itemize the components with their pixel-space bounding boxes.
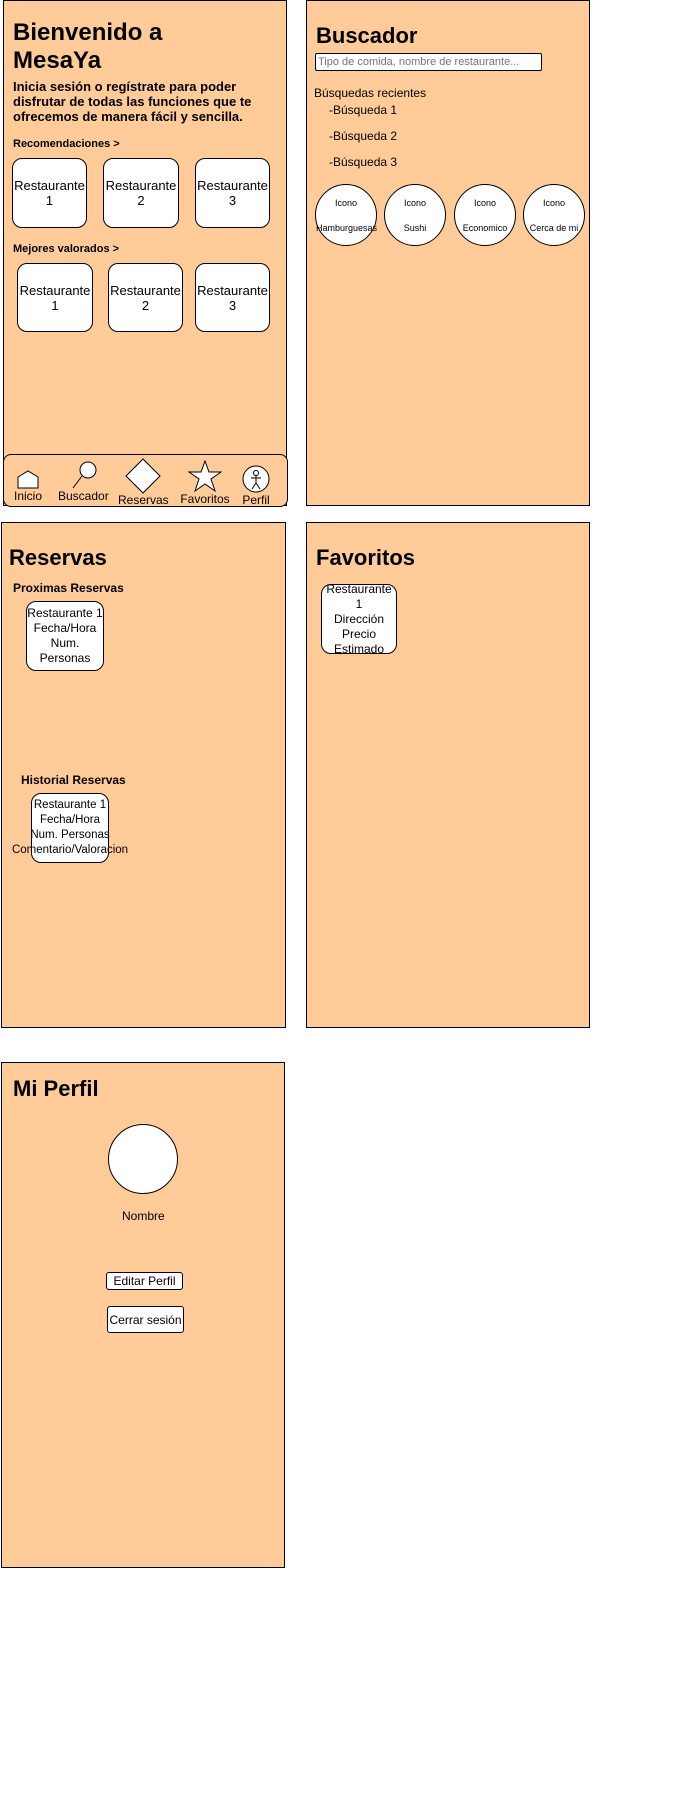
profile-screen: Mi Perfil Nombre Editar Perfil Cerrar se…	[1, 1062, 285, 1568]
upcoming-booking-card[interactable]: Restaurante 1 Fecha/Hora Num. Personas	[26, 601, 104, 671]
star-icon	[188, 460, 222, 492]
nav-favorites-label: Favoritos	[180, 492, 230, 506]
home-screen: Bienvenido a MesaYa Inicia sesión o regí…	[3, 0, 288, 507]
recommendation-card[interactable]: Restaurante 2	[103, 158, 179, 228]
profile-title: Mi Perfil	[13, 1076, 99, 1101]
recommendation-card[interactable]: Restaurante 1	[12, 158, 87, 228]
category-hamburgers[interactable]: Icono Hamburguesas	[315, 184, 377, 246]
category-budget[interactable]: Icono Economico	[454, 184, 516, 246]
category-label: Sushi	[403, 223, 427, 233]
home-title: Bienvenido a MesaYa	[13, 19, 163, 74]
upcoming-bookings-label: Proximas Reservas	[13, 581, 124, 595]
recent-searches-label: Búsquedas recientes	[314, 86, 427, 100]
recommendation-card[interactable]: Restaurante 3	[195, 158, 270, 228]
top-rated-link[interactable]: Mejores valorados >	[13, 243, 119, 255]
recent-search-item[interactable]: -Búsqueda 1	[329, 103, 397, 117]
recent-search-item[interactable]: -Búsqueda 2	[329, 129, 397, 143]
search-screen: Buscador Búsquedas recientes -Búsqueda 1…	[306, 0, 590, 506]
home-icon	[17, 470, 39, 489]
favorites-title: Favoritos	[316, 545, 416, 570]
category-label: Cerca de mi	[529, 223, 579, 233]
search-title: Buscador	[316, 23, 418, 48]
category-label: Hamburguesas	[316, 223, 378, 233]
nav-bookings-label: Reservas	[118, 493, 169, 507]
top-rated-card[interactable]: Restaurante 3	[195, 263, 270, 332]
recent-search-item[interactable]: -Búsqueda 3	[329, 155, 397, 169]
bookings-screen: Reservas Proximas Reservas Restaurante 1…	[1, 522, 286, 1028]
favorites-screen: Favoritos Restaurante 1 Dirección Precio…	[306, 522, 590, 1028]
category-icon: Icono	[334, 198, 358, 208]
favorite-card[interactable]: Restaurante 1 Dirección Precio Estimado	[321, 582, 397, 656]
category-icon: Icono	[473, 198, 497, 208]
bottom-nav: Inicio Buscador Reservas Favoritos Perfi…	[3, 454, 288, 507]
top-rated-card[interactable]: Restaurante 2	[108, 263, 183, 332]
bookings-title: Reservas	[9, 545, 107, 570]
nav-search-label: Buscador	[58, 489, 109, 503]
category-icon: Icono	[403, 198, 427, 208]
search-icon	[72, 461, 97, 489]
category-label: Economico	[462, 223, 508, 233]
logout-button[interactable]: Cerrar sesión	[107, 1306, 184, 1333]
profile-name: Nombre	[122, 1209, 165, 1223]
category-icon: Icono	[542, 198, 566, 208]
nav-favorites[interactable]: Favoritos	[180, 460, 230, 506]
category-nearby[interactable]: Icono Cerca de mi	[523, 184, 585, 246]
nav-profile-label: Perfil	[242, 493, 270, 507]
avatar	[108, 1124, 178, 1194]
user-icon	[242, 465, 270, 493]
nav-search[interactable]: Buscador	[58, 461, 109, 503]
nav-bookings[interactable]: Reservas	[118, 458, 169, 507]
search-input[interactable]	[315, 53, 542, 71]
history-booking-card[interactable]: Restaurante 1 Fecha/Hora Num. Personas C…	[12, 793, 128, 863]
edit-profile-button[interactable]: Editar Perfil	[106, 1272, 183, 1290]
nav-profile[interactable]: Perfil	[238, 465, 274, 507]
diamond-icon	[125, 458, 161, 494]
nav-home[interactable]: Inicio	[10, 469, 46, 503]
top-rated-card[interactable]: Restaurante 1	[17, 263, 93, 332]
home-subtitle: Inicia sesión o regístrate para poder di…	[13, 79, 252, 124]
recommendations-link[interactable]: Recomendaciones >	[13, 138, 120, 150]
nav-home-label: Inicio	[13, 489, 42, 503]
booking-history-label: Historial Reservas	[21, 773, 126, 787]
category-sushi[interactable]: Icono Sushi	[384, 184, 446, 246]
